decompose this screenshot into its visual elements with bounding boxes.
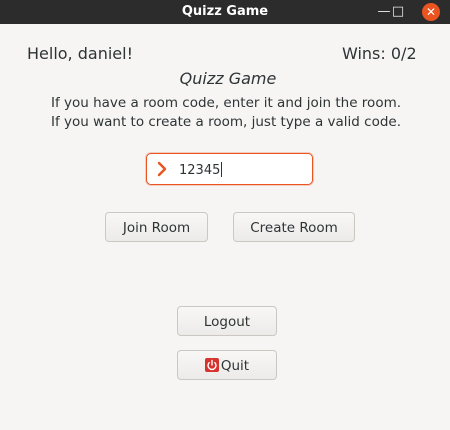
- quit-button[interactable]: Quit: [177, 350, 277, 380]
- logout-button[interactable]: Logout: [177, 306, 277, 336]
- maximize-icon: □: [391, 4, 405, 19]
- room-code-value: 12345: [179, 163, 221, 178]
- maximize-button[interactable]: □: [386, 0, 410, 24]
- chevron-right-icon: [157, 161, 167, 177]
- game-heading: Quizz Game: [179, 69, 277, 88]
- instruction-line-1: If you have a room code, enter it and jo…: [50, 95, 402, 111]
- room-code-input[interactable]: 12345: [146, 153, 313, 185]
- quit-label: Quit: [220, 358, 250, 374]
- greeting-label: Hello, daniel!: [27, 44, 133, 63]
- create-room-button[interactable]: Create Room: [233, 212, 355, 242]
- instruction-line-2: If you want to create a room, just type …: [50, 114, 402, 130]
- title-bar: Quizz Game — □ ✕: [0, 0, 450, 24]
- join-room-button[interactable]: Join Room: [105, 212, 208, 242]
- power-icon: [204, 358, 219, 372]
- text-cursor: [221, 162, 223, 177]
- close-button[interactable]: ✕: [420, 0, 444, 24]
- wins-label: Wins: 0/2: [342, 44, 417, 63]
- close-icon: ✕: [422, 3, 440, 21]
